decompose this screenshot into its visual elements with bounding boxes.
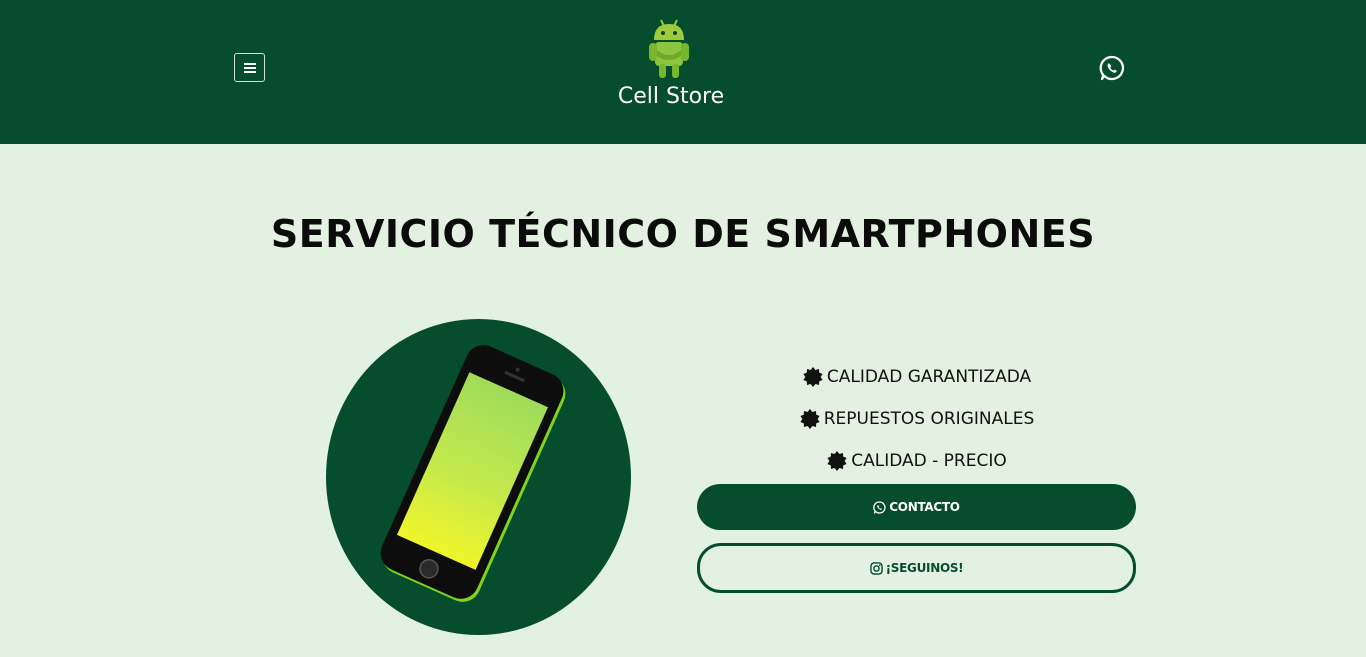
feature-label: CALIDAD GARANTIZADA [826, 367, 1032, 387]
follow-button-label: ¡SEGUINOS! [885, 561, 964, 575]
brand-name[interactable]: Cell Store [571, 84, 771, 109]
menu-button[interactable] [234, 53, 265, 82]
feature-item: REPUESTOS ORIGINALES [697, 398, 1137, 440]
whatsapp-icon [873, 500, 886, 514]
hamburger-icon [243, 62, 256, 73]
hero-image [326, 319, 631, 635]
page-title: SERVICIO TÉCNICO DE SMARTPHONES [270, 212, 1096, 256]
whatsapp-icon[interactable] [1099, 55, 1125, 81]
site-header: Cell Store [0, 0, 1366, 144]
features-list: CALIDAD GARANTIZADA REPUESTOS ORIGINALES… [697, 356, 1137, 482]
feature-item: CALIDAD GARANTIZADA [697, 356, 1137, 398]
contact-button-label: CONTACTO [889, 500, 960, 514]
badge-icon [800, 409, 820, 429]
feature-label: REPUESTOS ORIGINALES [823, 409, 1035, 429]
android-logo-icon[interactable] [646, 16, 692, 80]
feature-item: CALIDAD - PRECIO [697, 440, 1137, 482]
follow-button[interactable]: ¡SEGUINOS! [697, 543, 1136, 593]
badge-icon [803, 367, 823, 387]
badge-icon [827, 451, 847, 471]
feature-label: CALIDAD - PRECIO [851, 451, 1007, 471]
contact-button[interactable]: CONTACTO [697, 484, 1136, 530]
instagram-icon [869, 561, 883, 575]
